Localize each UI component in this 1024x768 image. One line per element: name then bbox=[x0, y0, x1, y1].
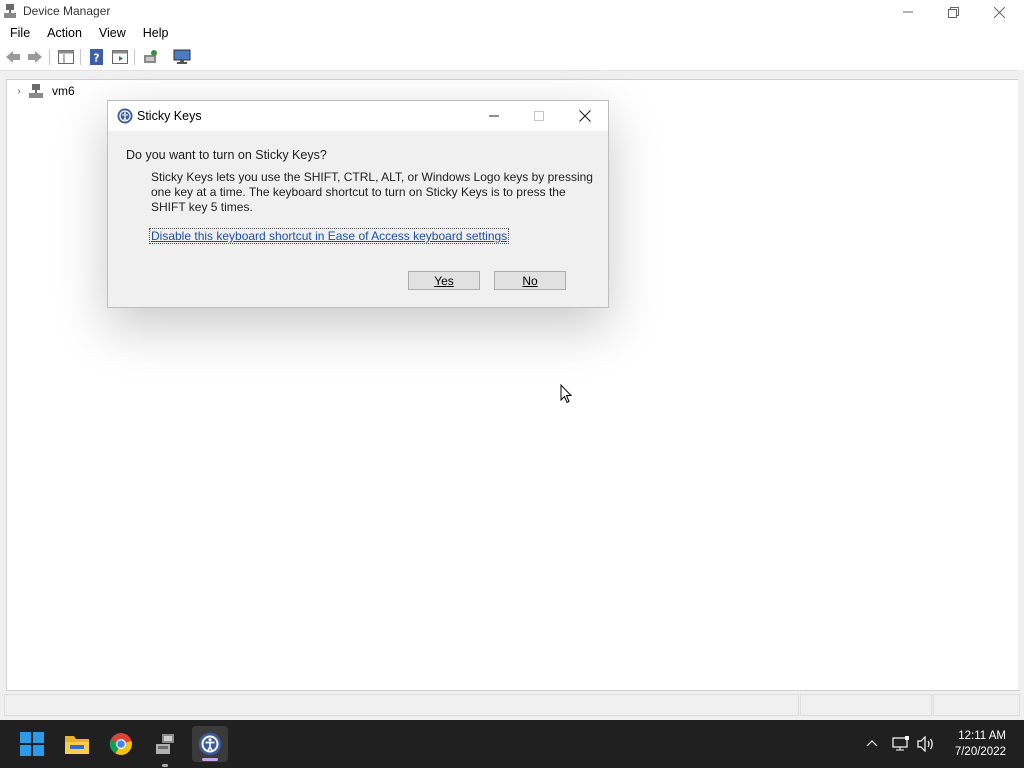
svg-text:?: ? bbox=[93, 52, 99, 65]
network-icon[interactable] bbox=[892, 736, 910, 755]
toolbar: ? bbox=[0, 44, 1024, 71]
minimize-icon bbox=[903, 11, 913, 13]
sticky-keys-dialog: Sticky Keys Do you want to turn on Stick… bbox=[107, 100, 609, 308]
back-button[interactable] bbox=[4, 48, 22, 66]
dialog-question: Do you want to turn on Sticky Keys? bbox=[126, 148, 327, 162]
file-explorer-button[interactable] bbox=[61, 728, 93, 760]
dialog-titlebar: Sticky Keys bbox=[108, 101, 608, 131]
chevron-up-icon[interactable] bbox=[866, 736, 878, 750]
yes-button[interactable]: Yes bbox=[408, 271, 480, 290]
chrome-icon bbox=[109, 733, 132, 755]
computer-icon bbox=[29, 84, 43, 98]
show-hide-console-tree-button[interactable] bbox=[57, 48, 75, 66]
scan-hardware-icon bbox=[144, 50, 157, 63]
vertical-scrollbar[interactable] bbox=[1018, 70, 1024, 690]
taskbar: 12:11 AM 7/20/2022 bbox=[0, 720, 1024, 768]
toolbar-separator bbox=[134, 49, 135, 65]
scan-hardware-button[interactable] bbox=[142, 48, 160, 66]
toolbar-separator bbox=[49, 49, 50, 65]
chrome-button[interactable] bbox=[105, 728, 137, 760]
close-button[interactable] bbox=[976, 0, 1022, 24]
monitor-icon bbox=[173, 49, 191, 64]
menu-view[interactable]: View bbox=[89, 24, 133, 44]
help-icon: ? bbox=[90, 49, 103, 65]
device-manager-taskbar-button[interactable] bbox=[149, 728, 181, 767]
status-cell bbox=[800, 694, 932, 716]
dialog-title: Sticky Keys bbox=[137, 109, 202, 123]
menu-bar: File Action View Help bbox=[0, 24, 1024, 44]
status-bar bbox=[0, 692, 1024, 716]
device-manager-icon bbox=[4, 4, 16, 18]
minimize-icon bbox=[489, 115, 499, 117]
monitor-button[interactable] bbox=[173, 48, 191, 66]
dialog-maximize-button bbox=[516, 101, 562, 131]
running-indicator bbox=[162, 764, 168, 767]
show-hide-console-tree-icon bbox=[58, 50, 74, 64]
file-explorer-icon bbox=[65, 736, 89, 754]
chevron-right-icon[interactable]: › bbox=[13, 86, 25, 97]
properties-icon bbox=[112, 50, 128, 64]
device-manager-icon bbox=[156, 734, 174, 754]
tree-root-node[interactable]: › vm6 bbox=[13, 83, 75, 99]
maximize-icon bbox=[534, 111, 544, 121]
clock-time[interactable]: 12:11 AM bbox=[926, 730, 1006, 742]
yes-label: Yes bbox=[434, 273, 454, 288]
sticky-keys-taskbar-button[interactable] bbox=[192, 726, 228, 762]
clock-date[interactable]: 7/20/2022 bbox=[926, 746, 1006, 758]
forward-button[interactable] bbox=[26, 48, 44, 66]
disable-shortcut-link[interactable]: Disable this keyboard shortcut in Ease o… bbox=[149, 228, 510, 244]
ease-of-access-icon bbox=[198, 732, 222, 756]
back-arrow-icon bbox=[6, 51, 20, 63]
properties-button[interactable] bbox=[111, 48, 129, 66]
forward-arrow-icon bbox=[28, 51, 42, 63]
window-title: Device Manager bbox=[23, 4, 111, 18]
minimize-button[interactable] bbox=[885, 0, 931, 24]
no-button[interactable]: No bbox=[494, 271, 566, 290]
start-button[interactable] bbox=[16, 728, 48, 760]
menu-action[interactable]: Action bbox=[37, 24, 89, 44]
help-button[interactable]: ? bbox=[88, 48, 106, 66]
no-label: No bbox=[522, 273, 538, 288]
dialog-minimize-button[interactable] bbox=[471, 101, 517, 131]
tree-root-label: vm6 bbox=[52, 84, 75, 98]
menu-help[interactable]: Help bbox=[133, 24, 176, 44]
ease-of-access-icon bbox=[117, 108, 133, 124]
restore-icon bbox=[947, 6, 959, 18]
dialog-description: Sticky Keys lets you use the SHIFT, CTRL… bbox=[151, 170, 593, 215]
toolbar-separator bbox=[80, 49, 81, 65]
status-cell bbox=[4, 694, 799, 716]
close-icon bbox=[993, 6, 1005, 18]
restore-button[interactable] bbox=[930, 0, 976, 24]
active-indicator bbox=[202, 758, 218, 761]
start-icon bbox=[20, 732, 44, 756]
mouse-cursor-icon bbox=[560, 384, 572, 404]
menu-file[interactable]: File bbox=[0, 24, 37, 44]
dialog-close-button[interactable] bbox=[562, 101, 608, 131]
window-titlebar: Device Manager bbox=[0, 0, 1024, 24]
status-cell bbox=[933, 694, 1020, 716]
close-icon bbox=[579, 110, 591, 122]
